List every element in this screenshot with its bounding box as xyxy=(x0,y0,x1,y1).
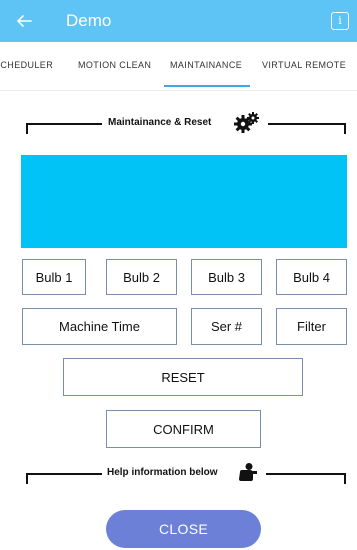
help-line-left xyxy=(26,473,102,475)
filter-button[interactable]: Filter xyxy=(276,308,347,345)
tab-virtual-remote[interactable]: VIRTUAL REMOTE xyxy=(262,60,346,70)
display-panel xyxy=(21,155,347,248)
tab-bar: SCHEDULER MOTION CLEAN MAINTAINANCE VIRT… xyxy=(0,42,357,90)
tab-selected-indicator xyxy=(164,85,250,87)
tab-motion-clean[interactable]: MOTION CLEAN xyxy=(78,60,151,70)
confirm-button[interactable]: CONFIRM xyxy=(106,410,261,448)
help-line-right xyxy=(266,473,346,475)
reset-button[interactable]: RESET xyxy=(63,358,303,396)
machine-time-button[interactable]: Machine Time xyxy=(22,308,177,345)
section-line-left xyxy=(26,123,102,125)
back-arrow-icon[interactable] xyxy=(15,12,33,30)
info-glyph: i xyxy=(338,14,342,27)
maintenance-section-label: Maintainance & Reset xyxy=(108,117,212,128)
info-icon[interactable]: i xyxy=(331,12,349,30)
close-button[interactable]: CLOSE xyxy=(106,510,261,548)
tab-maintainance[interactable]: MAINTAINANCE xyxy=(170,60,242,70)
bulb-3-button[interactable]: Bulb 3 xyxy=(191,259,262,295)
bulb-1-button[interactable]: Bulb 1 xyxy=(22,259,86,295)
gear-icon xyxy=(234,112,259,133)
help-bracket-right xyxy=(344,473,346,484)
tabs-divider xyxy=(0,90,357,91)
app-bar: Demo i xyxy=(0,0,357,42)
person-seat-icon xyxy=(239,463,257,481)
section-line-right xyxy=(268,123,346,125)
bulb-2-button[interactable]: Bulb 2 xyxy=(106,259,177,295)
section-bracket-right xyxy=(344,123,346,134)
app-title: Demo xyxy=(66,11,112,30)
help-section-label: Help information below xyxy=(107,467,218,478)
tab-scheduler[interactable]: SCHEDULER xyxy=(0,60,53,70)
serial-number-button[interactable]: Ser # xyxy=(191,308,262,345)
bulb-4-button[interactable]: Bulb 4 xyxy=(276,259,347,295)
